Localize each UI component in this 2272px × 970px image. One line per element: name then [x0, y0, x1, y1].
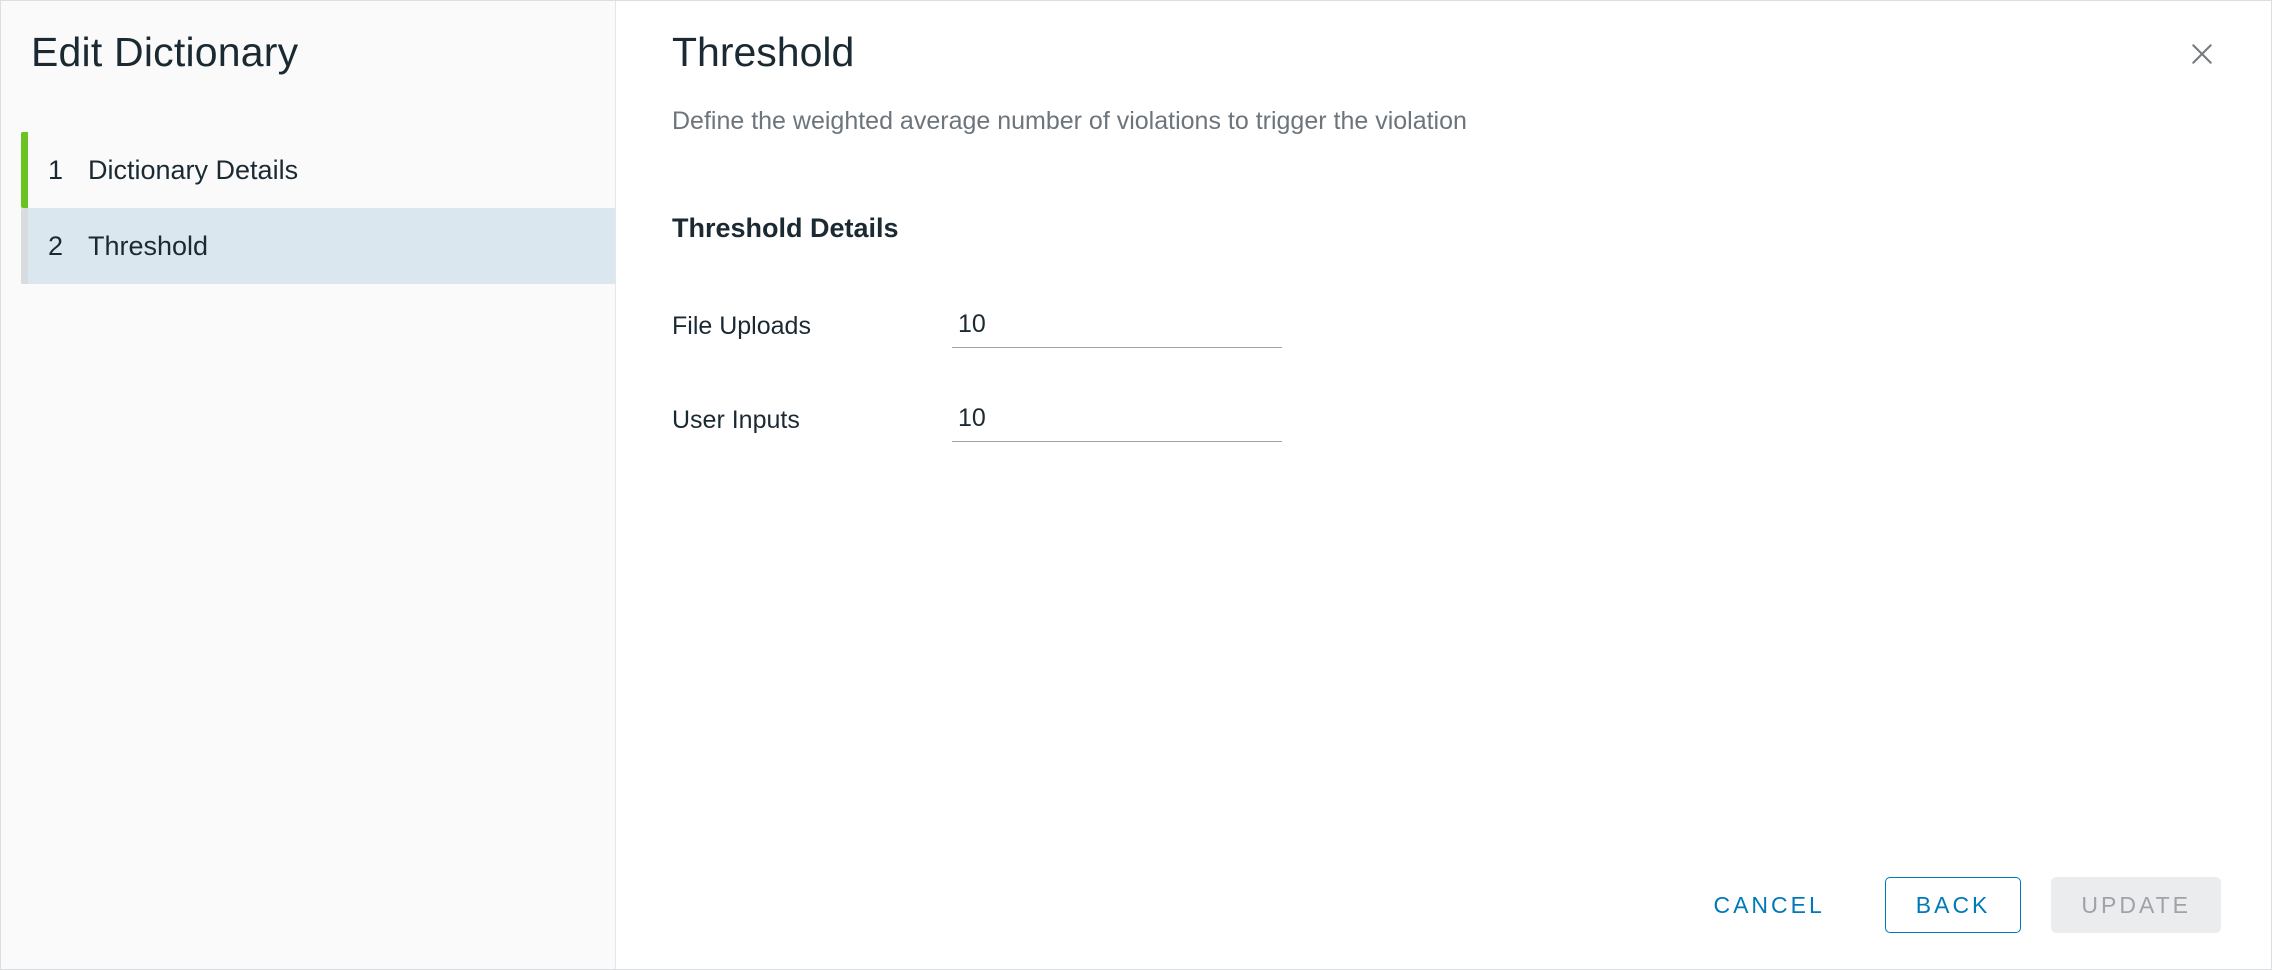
wizard-footer: CANCEL BACK UPDATE: [672, 849, 2221, 969]
sidebar-title: Edit Dictionary: [31, 29, 615, 76]
user-inputs-label: User Inputs: [672, 406, 952, 435]
step-threshold[interactable]: 2 Threshold: [21, 208, 615, 284]
back-button[interactable]: BACK: [1885, 877, 2022, 933]
content-title: Threshold: [672, 29, 854, 76]
close-button[interactable]: [2183, 35, 2221, 73]
cancel-button[interactable]: CANCEL: [1683, 877, 1854, 933]
field-file-uploads: File Uploads: [672, 304, 2221, 348]
step-dictionary-details[interactable]: 1 Dictionary Details: [21, 132, 615, 208]
update-button[interactable]: UPDATE: [2051, 877, 2221, 933]
edit-dictionary-modal: Edit Dictionary 1 Dictionary Details 2 T…: [0, 0, 2272, 970]
step-number: 1: [48, 155, 88, 186]
step-label: Threshold: [88, 231, 208, 262]
content-header: Threshold: [672, 29, 2221, 104]
wizard-content: Threshold Define the weighted average nu…: [616, 1, 2271, 969]
section-label-threshold-details: Threshold Details: [672, 213, 2221, 244]
close-icon: [2187, 39, 2217, 69]
wizard-sidebar: Edit Dictionary 1 Dictionary Details 2 T…: [1, 1, 616, 969]
wizard-steps: 1 Dictionary Details 2 Threshold: [1, 132, 615, 284]
step-number: 2: [48, 231, 88, 262]
file-uploads-input[interactable]: [952, 304, 1282, 348]
step-label: Dictionary Details: [88, 155, 298, 186]
user-inputs-input[interactable]: [952, 398, 1282, 442]
content-subtext: Define the weighted average number of vi…: [672, 104, 2221, 139]
file-uploads-label: File Uploads: [672, 312, 952, 341]
field-user-inputs: User Inputs: [672, 398, 2221, 442]
